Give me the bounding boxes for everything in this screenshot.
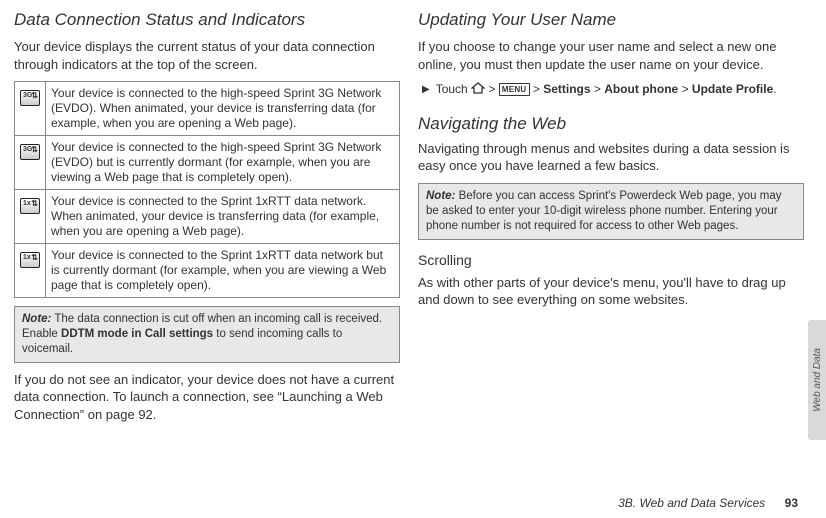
home-icon (471, 82, 485, 99)
right-p3: As with other parts of your device's men… (418, 274, 804, 309)
right-title-2: Navigating the Web (418, 114, 804, 134)
table-row: 1x⇅ Your device is connected to the Spri… (15, 244, 400, 298)
indicator-desc: Your device is connected to the Sprint 1… (46, 244, 400, 298)
right-title-1: Updating Your User Name (418, 10, 804, 30)
note-label: Note: (426, 190, 455, 202)
right-p2: Navigating through menus and websites du… (418, 140, 804, 175)
indicator-desc: Your device is connected to the high-spe… (46, 136, 400, 190)
step-content: Touch > MENU > Settings > About phone > … (436, 81, 777, 98)
left-intro: Your device displays the current status … (14, 38, 400, 73)
indicator-table: 3G⇅ Your device is connected to the high… (14, 81, 400, 298)
right-note: Note: Before you can access Sprint's Pow… (418, 183, 804, 240)
step-update: Update Profile (692, 82, 773, 96)
sep: > (682, 82, 692, 96)
page-footer: 3B. Web and Data Services 93 (618, 496, 798, 510)
left-note: Note: The data connection is cut off whe… (14, 306, 400, 363)
indicator-desc: Your device is connected to the Sprint 1… (46, 190, 400, 244)
table-row: 3G⇅ Your device is connected to the high… (15, 136, 400, 190)
icon-3g-dormant: 3G⇅ (15, 136, 46, 190)
right-p1: If you choose to change your user name a… (418, 38, 804, 73)
sep: > (488, 82, 498, 96)
note-bold: DDTM mode in Call settings (61, 328, 213, 340)
icon-3g-active: 3G⇅ (15, 82, 46, 136)
right-column: Updating Your User Name If you choose to… (418, 10, 804, 478)
left-column: Data Connection Status and Indicators Yo… (14, 10, 400, 478)
side-tab: Web and Data (808, 320, 826, 440)
note-text: Before you can access Sprint's Powerdeck… (426, 190, 781, 232)
menu-icon: MENU (499, 83, 530, 96)
side-tab-label: Web and Data (812, 348, 823, 412)
left-title: Data Connection Status and Indicators (14, 10, 400, 30)
footer-section: 3B. Web and Data Services (618, 496, 765, 510)
step-touch-label: Touch (436, 82, 471, 96)
page: Data Connection Status and Indicators Yo… (0, 0, 826, 518)
left-after: If you do not see an indicator, your dev… (14, 371, 400, 424)
step-about: About phone (604, 82, 678, 96)
sep: > (533, 82, 543, 96)
sep: > (594, 82, 604, 96)
icon-1x-active: 1x⇅ (15, 190, 46, 244)
indicator-desc: Your device is connected to the high-spe… (46, 82, 400, 136)
step-update-profile: ▶ Touch > MENU > Settings > About phone … (418, 81, 804, 98)
note-label: Note: (22, 313, 51, 325)
step-marker-icon: ▶ (422, 81, 430, 98)
icon-1x-dormant: 1x⇅ (15, 244, 46, 298)
footer-page: 93 (785, 496, 798, 510)
table-row: 1x⇅ Your device is connected to the Spri… (15, 190, 400, 244)
table-row: 3G⇅ Your device is connected to the high… (15, 82, 400, 136)
step-settings: Settings (543, 82, 590, 96)
scrolling-subhead: Scrolling (418, 252, 804, 268)
